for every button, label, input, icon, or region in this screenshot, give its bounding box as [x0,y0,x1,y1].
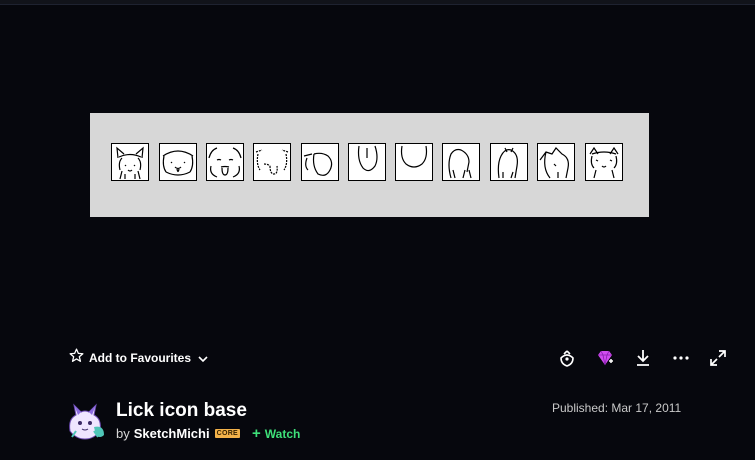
add-to-favourites-label: Add to Favourites [89,351,192,365]
give-points-button[interactable] [595,348,615,368]
icon-frame-6 [348,143,386,181]
author-link[interactable]: SketchMichi [134,426,210,441]
action-bar: Add to Favourites [0,343,755,373]
gem-icon [598,350,613,366]
expand-button[interactable] [708,348,728,368]
watch-label: Watch [264,426,301,441]
published-date: Published: Mar 17, 2011 [552,401,682,415]
download-icon [637,350,649,366]
icon-frame-3 [206,143,244,181]
artwork-image[interactable] [90,113,649,217]
chevron-down-icon [198,356,208,363]
deviation-meta: Lick icon base by SketchMichi CORE + Wat… [0,395,755,460]
core-badge: CORE [214,429,241,438]
icon-frame-1 [111,143,149,181]
icon-frame-5 [301,143,339,181]
watch-button[interactable]: + Watch [252,426,300,441]
ellipsis-icon [673,356,689,360]
gift-icon [560,350,574,367]
byline: by SketchMichi CORE + Watch [116,426,300,441]
more-options-button[interactable] [671,348,691,368]
favourites-dropdown-button[interactable] [195,351,211,367]
icon-frame-11 [585,143,623,181]
icon-frame-7 [395,143,433,181]
icon-frame-10 [537,143,575,181]
give-gift-button[interactable] [557,348,577,368]
add-to-favourites-button[interactable]: Add to Favourites [68,347,192,369]
icon-frame-4 [253,143,291,181]
author-avatar[interactable] [64,401,106,443]
star-icon [68,347,85,369]
expand-icon [710,350,726,366]
plus-icon: + [252,425,261,442]
icon-frame-9 [490,143,528,181]
icon-frame-2 [159,143,197,181]
download-button[interactable] [633,348,653,368]
by-prefix: by [116,426,130,441]
deviation-title: Lick icon base [116,400,247,421]
icon-frame-8 [442,143,480,181]
